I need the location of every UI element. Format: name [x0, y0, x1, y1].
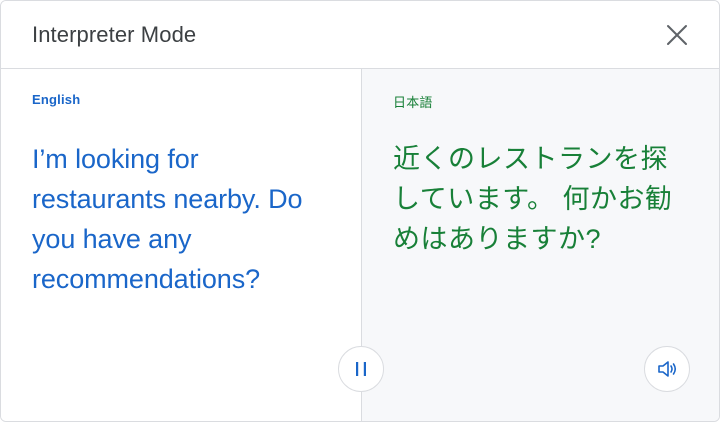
translated-text: 近くのレストランを探しています。 何かお勧めはありますか?: [393, 144, 673, 254]
source-text: I’m looking for restaurants nearby. Do y…: [32, 144, 303, 294]
pause-button[interactable]: [338, 346, 384, 392]
target-language-label: 日本語: [393, 95, 433, 110]
pause-icon: [356, 362, 366, 376]
speaker-icon: [658, 361, 677, 377]
source-pane: English I’m looking for restaurants near…: [1, 69, 361, 421]
close-icon: [667, 25, 687, 45]
speaker-button[interactable]: [644, 346, 690, 392]
source-language-label: English: [32, 92, 81, 107]
close-button[interactable]: [661, 19, 693, 51]
interpreter-window: Interpreter Mode English I’m looking for…: [0, 0, 720, 422]
header-bar: Interpreter Mode: [1, 1, 719, 69]
page-title: Interpreter Mode: [32, 22, 197, 47]
